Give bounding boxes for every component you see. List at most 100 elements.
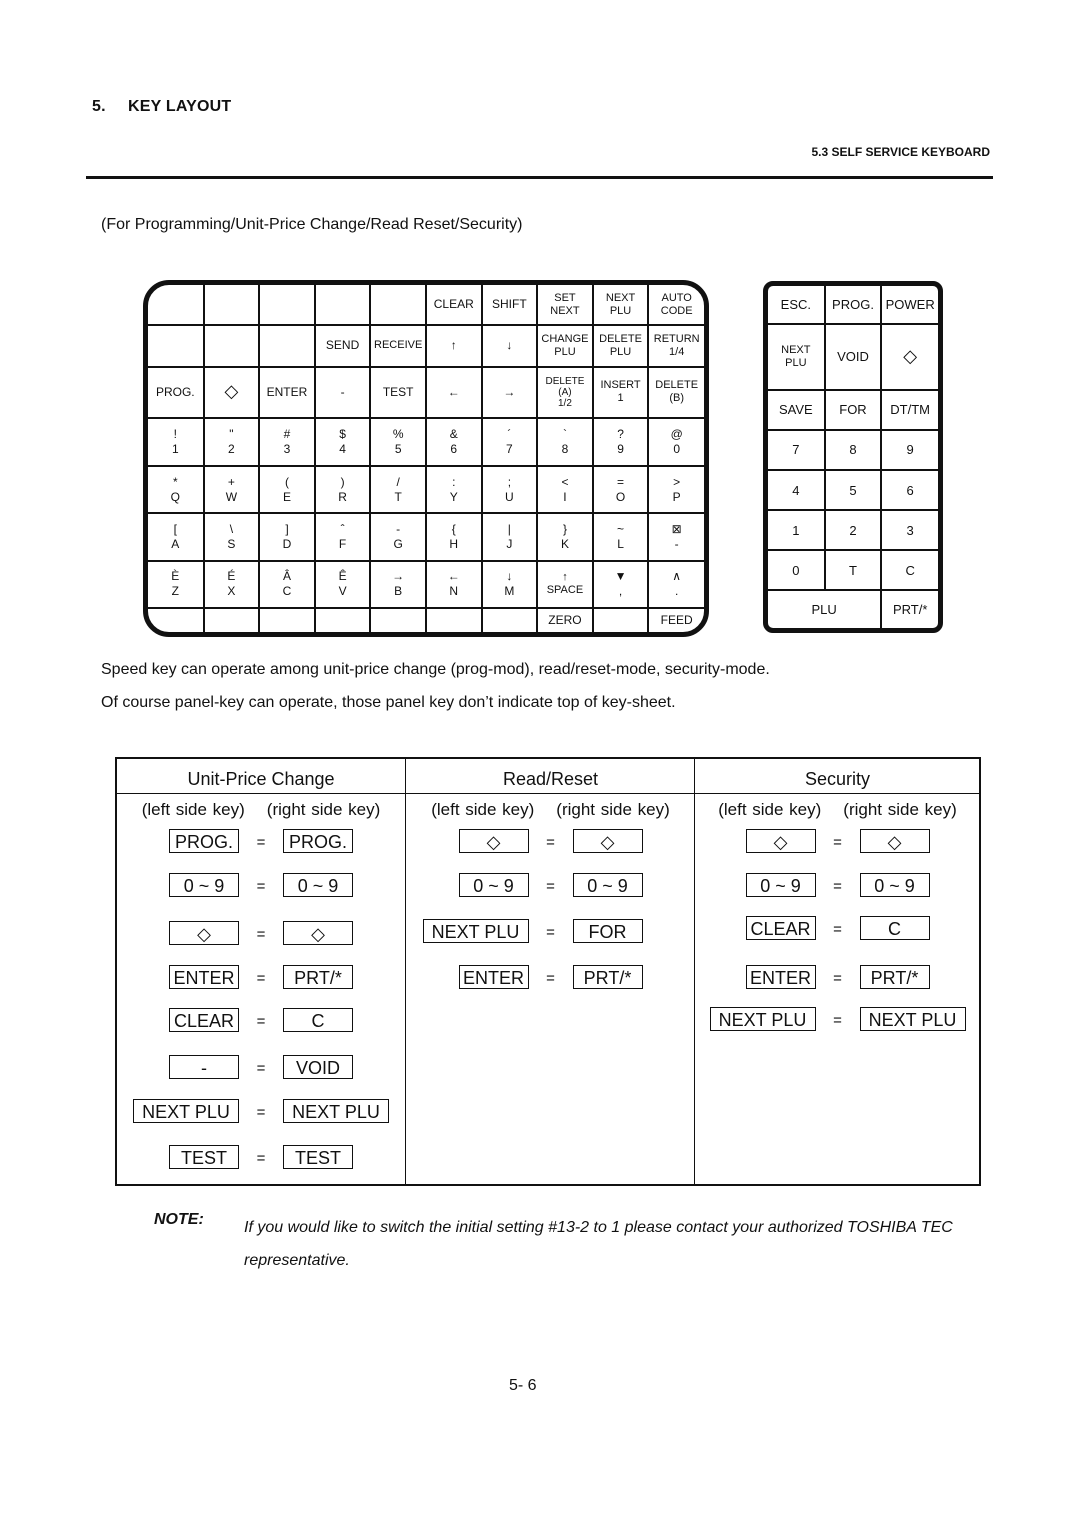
key-blank[interactable] xyxy=(148,607,205,632)
side-key-4[interactable]: 4 xyxy=(768,468,826,512)
key-symbol[interactable]: ∧. xyxy=(647,559,704,610)
key-blank[interactable] xyxy=(369,607,427,632)
key-delete-plu[interactable]: DELETE PLU xyxy=(591,324,650,368)
key-m[interactable]: ↓ M xyxy=(480,559,539,610)
side-key-plu[interactable]: PLU xyxy=(768,589,883,628)
key-blank[interactable] xyxy=(148,285,205,327)
side-key-5[interactable]: 5 xyxy=(823,468,883,512)
key-w[interactable]: + W xyxy=(202,464,261,515)
key-clear[interactable]: CLEAR xyxy=(424,285,483,327)
side-key-8[interactable]: 8 xyxy=(823,428,883,471)
key-f[interactable]: ˆF xyxy=(313,512,372,562)
key-receive[interactable]: RECEIVE xyxy=(369,324,427,368)
key-a[interactable]: [A xyxy=(148,512,205,562)
key-k[interactable]: } K xyxy=(536,512,594,562)
side-key-prog[interactable]: PROG. xyxy=(823,286,883,325)
key-insert-1[interactable]: INSERT 1 xyxy=(591,365,650,420)
key-blank[interactable] xyxy=(202,607,261,632)
key-change-plu[interactable]: CHANGE PLU xyxy=(536,324,594,368)
key-zero[interactable]: ZERO xyxy=(536,607,594,632)
key-symbol[interactable]: ⊠ - xyxy=(647,512,704,562)
key-v[interactable]: ÊV xyxy=(313,559,372,610)
key-blank[interactable] xyxy=(258,324,316,368)
key-0[interactable]: @0 xyxy=(647,417,704,467)
side-key-7[interactable]: 7 xyxy=(768,428,826,471)
key-e[interactable]: (E xyxy=(258,464,316,515)
key-auto-code[interactable]: AUTO CODE xyxy=(647,285,704,327)
side-key-prt[interactable]: PRT/* xyxy=(880,589,938,628)
side-key-2[interactable]: 2 xyxy=(823,509,883,552)
key-blank[interactable] xyxy=(369,285,427,327)
side-key-3[interactable]: 3 xyxy=(880,509,938,552)
side-key-esc[interactable]: ESC. xyxy=(768,286,826,325)
key-prog[interactable]: PROG. xyxy=(148,365,205,420)
side-key-next-plu[interactable]: NEXT PLU xyxy=(768,322,826,391)
key-h[interactable]: {H xyxy=(424,512,483,562)
side-key-power[interactable]: POWER xyxy=(880,286,938,325)
side-key-save[interactable]: SAVE xyxy=(768,388,826,431)
key-next-plu[interactable]: NEXT PLU xyxy=(591,285,650,327)
key-blank[interactable] xyxy=(202,285,261,327)
key-blank[interactable] xyxy=(258,285,316,327)
key-test[interactable]: TEST xyxy=(369,365,427,420)
side-key-0[interactable]: 0 xyxy=(768,549,826,592)
key-symbol[interactable]: ↓ xyxy=(480,324,539,368)
key-delete-b[interactable]: DELETE (B) xyxy=(647,365,704,420)
key-symbol[interactable]: ↑ xyxy=(424,324,483,368)
key-symbol[interactable]: ← xyxy=(424,365,483,420)
key-blank[interactable] xyxy=(202,324,261,368)
key-j[interactable]: | J xyxy=(480,512,539,562)
key-q[interactable]: * Q xyxy=(148,464,205,515)
side-key-c[interactable]: C xyxy=(880,549,938,592)
key-7[interactable]: ´ 7 xyxy=(480,417,539,467)
key-8[interactable]: ` 8 xyxy=(536,417,594,467)
key-u[interactable]: ; U xyxy=(480,464,539,515)
key-o[interactable]: = O xyxy=(591,464,650,515)
key-s[interactable]: \ S xyxy=(202,512,261,562)
key-symbol[interactable]: ▼, xyxy=(591,559,650,610)
key-enter[interactable]: ENTER xyxy=(258,365,316,420)
key-b[interactable]: → B xyxy=(369,559,427,610)
key-x[interactable]: ÉX xyxy=(202,559,261,610)
key-shift[interactable]: SHIFT xyxy=(480,285,539,327)
side-key-9[interactable]: 9 xyxy=(880,428,938,471)
side-key-6[interactable]: 6 xyxy=(880,468,938,512)
key-blank[interactable] xyxy=(480,607,539,632)
key-space[interactable]: ↑ SPACE xyxy=(536,559,594,610)
key-blank[interactable] xyxy=(313,607,372,632)
key-send[interactable]: SEND xyxy=(313,324,372,368)
side-key-symbol[interactable]: ◇ xyxy=(880,322,938,391)
key-symbol[interactable]: → xyxy=(480,365,539,420)
key-blank[interactable] xyxy=(591,607,650,632)
key-blank[interactable] xyxy=(258,607,316,632)
key-symbol[interactable]: - xyxy=(313,365,372,420)
key-i[interactable]: < I xyxy=(536,464,594,515)
side-key-void[interactable]: VOID xyxy=(823,322,883,391)
key-6[interactable]: & 6 xyxy=(424,417,483,467)
key-5[interactable]: % 5 xyxy=(369,417,427,467)
side-key-for[interactable]: FOR xyxy=(823,388,883,431)
side-key-dt-tm[interactable]: DT/TM xyxy=(880,388,938,431)
key-y[interactable]: :Y xyxy=(424,464,483,515)
key-4[interactable]: $4 xyxy=(313,417,372,467)
key-blank[interactable] xyxy=(148,324,205,368)
key-p[interactable]: > P xyxy=(647,464,704,515)
key-n[interactable]: ← N xyxy=(424,559,483,610)
key-9[interactable]: ? 9 xyxy=(591,417,650,467)
key-2[interactable]: " 2 xyxy=(202,417,261,467)
key-symbol[interactable]: ◇ xyxy=(202,365,261,420)
key-t[interactable]: / T xyxy=(369,464,427,515)
key-c[interactable]: ÂC xyxy=(258,559,316,610)
key-l[interactable]: ~ L xyxy=(591,512,650,562)
key-delete-a-1-2[interactable]: DELETE (A) 1/2 xyxy=(536,365,594,420)
key-3[interactable]: #3 xyxy=(258,417,316,467)
key-r[interactable]: ) R xyxy=(313,464,372,515)
key-set-next[interactable]: SET NEXT xyxy=(536,285,594,327)
key-1[interactable]: ! 1 xyxy=(148,417,205,467)
key-feed[interactable]: FEED xyxy=(647,607,704,632)
key-g[interactable]: -G xyxy=(369,512,427,562)
key-z[interactable]: ÈZ xyxy=(148,559,205,610)
key-blank[interactable] xyxy=(313,285,372,327)
key-blank[interactable] xyxy=(424,607,483,632)
side-key-1[interactable]: 1 xyxy=(768,509,826,552)
